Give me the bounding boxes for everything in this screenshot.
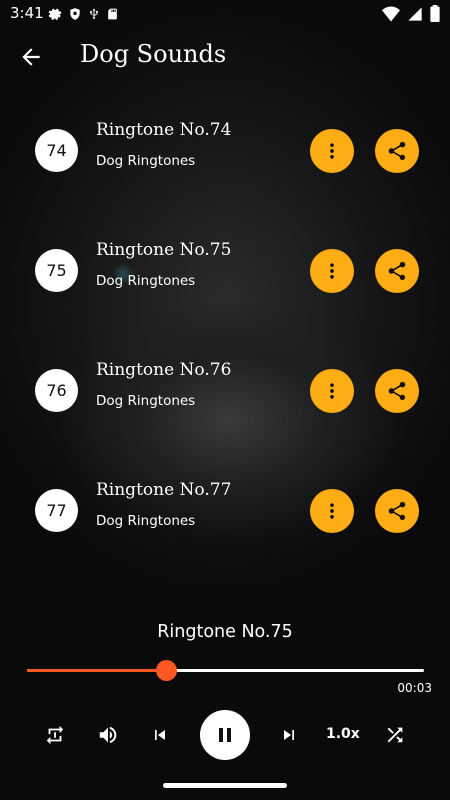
volume-icon: [99, 726, 117, 744]
status-bar: 3:41: [0, 0, 450, 28]
ringtone-number-badge: 74: [35, 129, 78, 172]
ringtone-number-badge: 77: [35, 489, 78, 532]
more-options-button[interactable]: [310, 489, 354, 533]
more-options-button[interactable]: [310, 129, 354, 173]
ringtone-title: Ringtone No.74: [96, 120, 232, 140]
app-bar: Dog Sounds: [0, 28, 450, 86]
repeat-icon: [46, 725, 64, 745]
share-button[interactable]: [375, 489, 419, 533]
previous-button[interactable]: [148, 723, 172, 747]
elapsed-time: 00:03: [397, 681, 432, 695]
sd-card-icon: [108, 8, 117, 20]
repeat-button[interactable]: [43, 723, 67, 747]
volume-button[interactable]: [96, 723, 120, 747]
more-vert-icon: [330, 383, 334, 399]
shuffle-button[interactable]: [383, 723, 407, 747]
page-title: Dog Sounds: [80, 40, 227, 68]
share-icon: [388, 261, 406, 281]
share-button[interactable]: [375, 369, 419, 413]
share-icon: [388, 141, 406, 161]
battery-icon: [430, 5, 440, 22]
ringtone-subtitle: Dog Ringtones: [96, 513, 196, 529]
ringtone-number-badge: 76: [35, 369, 78, 412]
more-options-button[interactable]: [310, 369, 354, 413]
pause-button[interactable]: [200, 710, 250, 760]
ringtone-title: Ringtone No.75: [96, 240, 232, 260]
ringtone-title: Ringtone No.77: [96, 480, 232, 500]
previous-icon: [155, 730, 165, 740]
more-vert-icon: [330, 143, 334, 159]
shuffle-icon: [387, 727, 403, 743]
next-button[interactable]: [277, 723, 301, 747]
share-button[interactable]: [375, 249, 419, 293]
more-vert-icon: [330, 263, 334, 279]
list-item[interactable]: 75 Ringtone No.75 Dog Ringtones: [0, 236, 450, 306]
status-time: 3:41: [10, 4, 44, 22]
more-vert-icon: [330, 503, 334, 519]
gear-icon: [48, 8, 62, 20]
ringtone-title: Ringtone No.76: [96, 360, 232, 380]
list-item[interactable]: 77 Ringtone No.77 Dog Ringtones: [0, 476, 450, 546]
signal-icon: [408, 6, 422, 21]
wifi-icon: [382, 6, 400, 21]
more-options-button[interactable]: [310, 249, 354, 293]
share-button[interactable]: [375, 129, 419, 173]
arrow-back-icon[interactable]: [18, 44, 44, 70]
player-controls: 1.0x: [0, 706, 450, 764]
playback-speed-button[interactable]: 1.0x: [326, 726, 360, 742]
progress-thumb[interactable]: [155, 660, 177, 681]
progress-slider[interactable]: [27, 660, 424, 681]
now-playing-title: Ringtone No.75: [157, 622, 293, 642]
share-icon: [388, 381, 406, 401]
usb-icon: [90, 8, 98, 19]
share-icon: [388, 501, 406, 521]
ringtone-subtitle: Dog Ringtones: [96, 393, 196, 409]
pause-icon: [219, 728, 231, 742]
home-indicator: [163, 783, 287, 788]
list-item[interactable]: 76 Ringtone No.76 Dog Ringtones: [0, 356, 450, 426]
list-item[interactable]: 74 Ringtone No.74 Dog Ringtones: [0, 116, 450, 186]
ringtone-subtitle: Dog Ringtones: [96, 273, 196, 289]
ringtone-subtitle: Dog Ringtones: [96, 153, 196, 169]
shield-icon: [70, 8, 80, 20]
next-icon: [284, 730, 294, 740]
ringtone-number-badge: 75: [35, 249, 78, 292]
progress-fill: [27, 669, 166, 672]
